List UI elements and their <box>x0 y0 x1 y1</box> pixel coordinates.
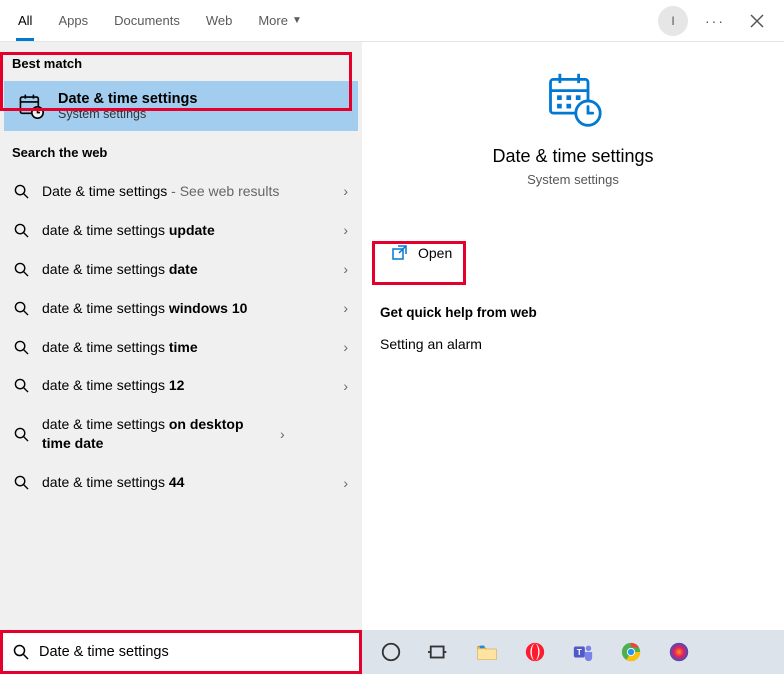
search-icon <box>14 340 30 355</box>
tab-all[interactable]: All <box>18 0 32 41</box>
best-match-label: Best match <box>0 42 362 81</box>
detail-title: Date & time settings <box>362 146 784 167</box>
scope-tabs: All Apps Documents Web More▼ <box>0 0 328 41</box>
calendar-clock-icon <box>542 70 604 130</box>
tab-documents[interactable]: Documents <box>114 0 180 41</box>
chevron-right-icon: › <box>343 300 348 316</box>
web-result[interactable]: date & time settings update› <box>0 211 362 250</box>
web-result[interactable]: date & time settings 44› <box>0 463 362 502</box>
task-view-icon[interactable] <box>426 639 452 665</box>
best-match-subtitle: System settings <box>58 107 197 121</box>
header-bar: All Apps Documents Web More▼ I ··· <box>0 0 784 42</box>
chevron-right-icon: › <box>343 222 348 238</box>
search-icon <box>14 223 30 238</box>
more-options-button[interactable]: ··· <box>700 6 730 36</box>
chevron-right-icon: › <box>343 475 348 491</box>
user-avatar[interactable]: I <box>658 6 688 36</box>
web-results-list: Date & time settings - See web results› … <box>0 170 362 502</box>
tab-web[interactable]: Web <box>206 0 233 41</box>
open-icon <box>392 245 408 261</box>
chevron-right-icon: › <box>343 339 348 355</box>
opera-icon[interactable] <box>522 639 548 665</box>
teams-icon[interactable]: T <box>570 639 596 665</box>
results-panel: Best match Date & time settings System s… <box>0 42 362 630</box>
chevron-right-icon: › <box>343 261 348 277</box>
search-icon <box>14 475 30 490</box>
best-match-item[interactable]: Date & time settings System settings <box>4 81 358 131</box>
search-box[interactable] <box>0 630 362 674</box>
chevron-right-icon: › <box>343 183 348 199</box>
web-result[interactable]: date & time settings date› <box>0 250 362 289</box>
search-icon <box>14 262 30 277</box>
search-icon <box>14 301 30 316</box>
search-web-label: Search the web <box>0 131 362 170</box>
web-result[interactable]: date & time settings 12› <box>0 366 362 405</box>
chrome-icon[interactable] <box>618 639 644 665</box>
detail-panel: Date & time settings System settings Ope… <box>362 42 784 630</box>
close-button[interactable] <box>742 6 772 36</box>
quick-help-link[interactable]: Setting an alarm <box>362 332 784 356</box>
search-icon <box>13 644 29 660</box>
tab-more[interactable]: More▼ <box>258 0 302 41</box>
web-result[interactable]: Date & time settings - See web results› <box>0 172 362 211</box>
detail-subtitle: System settings <box>362 172 784 187</box>
cortana-icon[interactable] <box>378 639 404 665</box>
close-icon <box>750 14 764 28</box>
web-result[interactable]: date & time settings windows 10› <box>0 289 362 328</box>
web-result[interactable]: date & time settings time› <box>0 328 362 367</box>
open-button[interactable]: Open <box>380 235 464 271</box>
quick-help-heading: Get quick help from web <box>362 271 784 332</box>
taskbar: T <box>362 630 784 674</box>
paint-icon[interactable] <box>666 639 692 665</box>
search-icon <box>14 427 30 442</box>
file-explorer-icon[interactable] <box>474 639 500 665</box>
web-result[interactable]: date & time settings on desktop time dat… <box>0 405 362 463</box>
chevron-down-icon: ▼ <box>292 15 302 26</box>
detail-icon <box>362 70 784 130</box>
calendar-clock-icon <box>18 93 44 119</box>
search-input[interactable] <box>39 644 349 660</box>
svg-text:T: T <box>577 648 582 657</box>
best-match-title: Date & time settings <box>58 91 197 107</box>
search-icon <box>14 378 30 393</box>
chevron-right-icon: › <box>280 426 285 442</box>
chevron-right-icon: › <box>343 378 348 394</box>
search-icon <box>14 184 30 199</box>
tab-apps[interactable]: Apps <box>58 0 88 41</box>
